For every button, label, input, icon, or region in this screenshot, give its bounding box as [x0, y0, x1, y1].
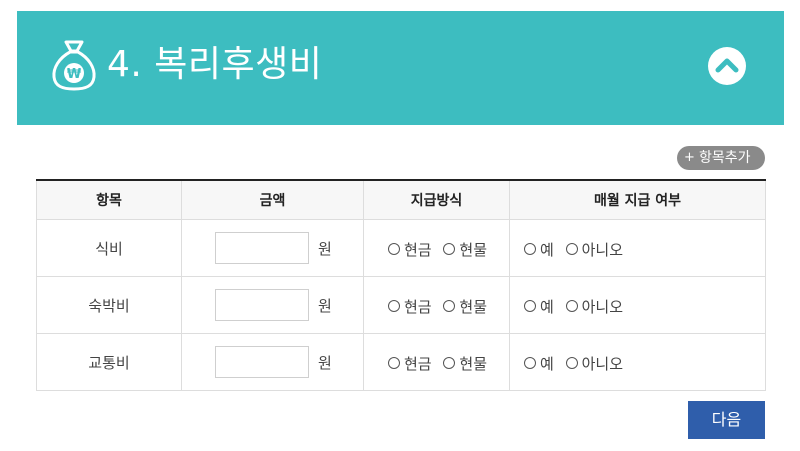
- table-row: 식비 원 현금 현물 예 아니오: [36, 219, 766, 277]
- radio-yes-label: 예: [540, 355, 554, 373]
- table-header-row: 항목 금액 지급방식 매월 지급 여부: [36, 180, 766, 220]
- currency-unit: 원: [318, 297, 332, 315]
- monthly-payment-cell: 예 아니오: [509, 219, 766, 277]
- chevron-up-icon: [715, 58, 739, 73]
- table-row: 숙박비 원 현금 현물 예 아니오: [36, 276, 766, 334]
- amount-input[interactable]: [215, 289, 309, 321]
- radio-in-kind-label: 현물: [459, 241, 487, 259]
- section-title: 4. 복리후생비: [107, 44, 323, 85]
- radio-circle-icon: [524, 357, 536, 369]
- radio-yes[interactable]: 예: [524, 239, 554, 260]
- table-row: 교통비 원 현금 현물 예 아니오: [36, 333, 766, 391]
- monthly-payment-cell: 예 아니오: [509, 333, 766, 391]
- column-header-item: 항목: [36, 180, 182, 220]
- monthly-payment-cell: 예 아니오: [509, 276, 766, 334]
- benefits-table: 항목 금액 지급방식 매월 지급 여부 식비 원 현금 현물 예 아니오 숙박비…: [36, 179, 766, 391]
- add-item-label: 항목추가: [699, 150, 751, 166]
- radio-cash[interactable]: 현금: [388, 296, 432, 317]
- column-header-amount: 금액: [181, 180, 364, 220]
- radio-cash[interactable]: 현금: [388, 239, 432, 260]
- radio-circle-icon: [388, 243, 400, 255]
- radio-in-kind[interactable]: 현물: [443, 239, 487, 260]
- radio-no-label: 아니오: [581, 298, 623, 316]
- collapse-button[interactable]: [708, 47, 746, 85]
- radio-circle-icon: [524, 243, 536, 255]
- radio-no[interactable]: 아니오: [565, 296, 623, 317]
- amount-input[interactable]: [215, 346, 309, 378]
- add-item-button[interactable]: + 항목추가: [677, 146, 765, 170]
- radio-yes[interactable]: 예: [524, 296, 554, 317]
- section-header: ₩ 4. 복리후생비: [17, 11, 784, 125]
- radio-in-kind-label: 현물: [459, 298, 487, 316]
- radio-circle-icon: [565, 300, 578, 312]
- radio-circle-icon: [565, 357, 578, 369]
- radio-circle-icon: [443, 300, 456, 312]
- radio-cash-label: 현금: [404, 355, 432, 373]
- radio-circle-icon: [524, 300, 536, 312]
- radio-circle-icon: [388, 300, 400, 312]
- radio-no-label: 아니오: [581, 241, 623, 259]
- item-name: 식비: [36, 219, 182, 277]
- radio-no[interactable]: 아니오: [565, 353, 623, 374]
- radio-in-kind[interactable]: 현물: [443, 353, 487, 374]
- amount-input[interactable]: [215, 232, 309, 264]
- radio-no-label: 아니오: [581, 355, 623, 373]
- item-name: 숙박비: [36, 276, 182, 334]
- radio-yes-label: 예: [540, 241, 554, 259]
- radio-circle-icon: [443, 243, 456, 255]
- svg-text:₩: ₩: [67, 67, 82, 82]
- radio-no[interactable]: 아니오: [565, 239, 623, 260]
- plus-icon: +: [684, 150, 695, 165]
- next-button[interactable]: 다음: [688, 401, 765, 439]
- item-name: 교통비: [36, 333, 182, 391]
- currency-unit: 원: [318, 240, 332, 258]
- column-header-monthly-payment: 매월 지급 여부: [509, 180, 766, 220]
- payment-method-cell: 현금 현물: [363, 276, 510, 334]
- radio-circle-icon: [388, 357, 400, 369]
- radio-yes-label: 예: [540, 298, 554, 316]
- amount-cell: 원: [181, 276, 364, 334]
- radio-yes[interactable]: 예: [524, 353, 554, 374]
- payment-method-cell: 현금 현물: [363, 219, 510, 277]
- radio-cash[interactable]: 현금: [388, 353, 432, 374]
- radio-circle-icon: [443, 357, 456, 369]
- radio-in-kind-label: 현물: [459, 355, 487, 373]
- radio-cash-label: 현금: [404, 241, 432, 259]
- money-bag-won-icon: ₩: [52, 40, 96, 91]
- amount-cell: 원: [181, 219, 364, 277]
- radio-circle-icon: [565, 243, 578, 255]
- payment-method-cell: 현금 현물: [363, 333, 510, 391]
- currency-unit: 원: [318, 354, 332, 372]
- amount-cell: 원: [181, 333, 364, 391]
- radio-in-kind[interactable]: 현물: [443, 296, 487, 317]
- radio-cash-label: 현금: [404, 298, 432, 316]
- column-header-payment-method: 지급방식: [363, 180, 510, 220]
